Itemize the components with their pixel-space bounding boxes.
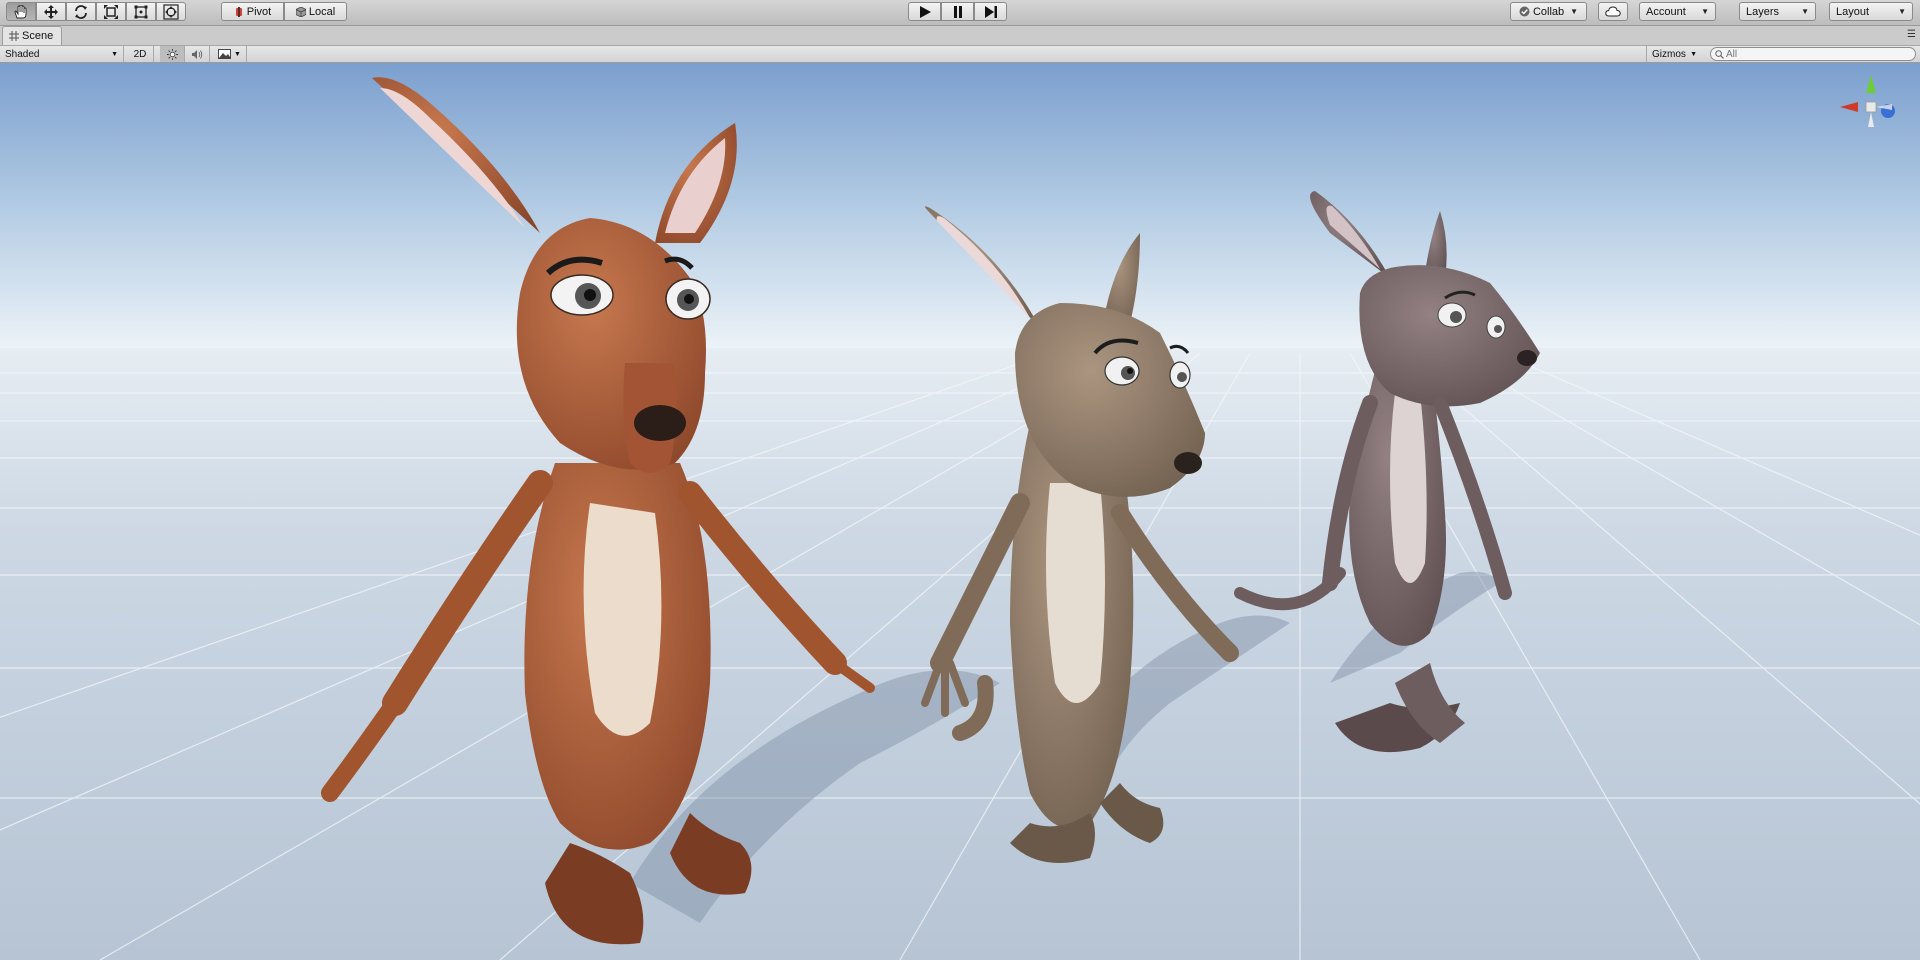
account-label: Account: [1646, 5, 1686, 18]
gizmo-x-axis[interactable]: [1840, 102, 1858, 112]
collab-label: Collab: [1532, 5, 1565, 18]
gizmo-y-axis[interactable]: [1866, 75, 1876, 93]
pivot-toggle-button[interactable]: Pivot: [221, 2, 284, 21]
layout-label: Layout: [1836, 5, 1870, 18]
scale-icon: [104, 4, 118, 19]
step-button[interactable]: [974, 2, 1007, 21]
play-icon: [919, 5, 931, 18]
pause-button[interactable]: [941, 2, 974, 21]
scene-grid-icon: [9, 31, 19, 41]
toggle-2d-button[interactable]: 2D: [127, 46, 154, 62]
chevron-down-icon: ▼: [1690, 50, 1697, 58]
draw-mode-label: Shaded: [5, 48, 40, 60]
collab-dropdown[interactable]: Collab ▼: [1510, 2, 1587, 21]
pause-icon: [953, 5, 962, 18]
pivot-label: Pivot: [246, 5, 272, 18]
panel-tab-bar: Scene ☰: [0, 26, 1920, 46]
local-toggle-button[interactable]: Local: [284, 2, 347, 21]
scene-render: [0, 63, 1920, 960]
pivot-icon: [234, 6, 244, 17]
chevron-down-icon: ▼: [1801, 7, 1809, 16]
rect-transform-icon: [134, 5, 148, 18]
scene-viewport[interactable]: [0, 63, 1920, 960]
play-button[interactable]: [908, 2, 941, 21]
audio-toggle[interactable]: [185, 46, 210, 62]
effects-dropdown[interactable]: ▼: [213, 46, 247, 62]
cloud-services-button[interactable]: [1598, 2, 1628, 21]
scene-view-toolbar: Shaded ▼ 2D ▼ Gizmos ▼: [0, 46, 1920, 63]
scale-tool-button[interactable]: [96, 2, 126, 21]
image-effects-icon: [218, 49, 231, 59]
lighting-toggle[interactable]: [160, 46, 185, 62]
account-dropdown[interactable]: Account ▼: [1639, 2, 1716, 21]
gizmos-label: Gizmos: [1652, 48, 1686, 60]
transform-all-icon: [163, 3, 179, 20]
rect-tool-button[interactable]: [126, 2, 156, 21]
move-tool-button[interactable]: [36, 2, 66, 21]
speaker-icon: [192, 49, 203, 59]
layout-dropdown[interactable]: Layout ▼: [1829, 2, 1913, 21]
chevron-down-icon: ▼: [1701, 7, 1709, 16]
step-icon: [984, 5, 997, 18]
layers-label: Layers: [1746, 5, 1780, 18]
local-label: Local: [308, 5, 336, 18]
hierarchy-search-field[interactable]: [1710, 47, 1916, 61]
chevron-down-icon: ▼: [111, 50, 118, 58]
ground-plane: [0, 348, 1920, 960]
check-circle-icon: [1519, 6, 1530, 17]
move-arrows-icon: [44, 4, 58, 19]
rotate-icon: [75, 4, 87, 19]
search-input[interactable]: [1726, 48, 1906, 60]
local-cube-icon: [295, 6, 306, 17]
panel-menu-icon[interactable]: ☰: [1907, 29, 1916, 40]
hand-icon: [14, 4, 27, 18]
draw-mode-dropdown[interactable]: Shaded ▼: [0, 46, 124, 62]
gizmos-dropdown[interactable]: Gizmos ▼: [1646, 46, 1702, 62]
chevron-down-icon: ▼: [1570, 7, 1579, 16]
hand-tool-button[interactable]: [6, 2, 36, 21]
main-toolbar: Pivot Local Collab ▼ Account ▼ Layers ▼: [0, 0, 1920, 26]
cloud-icon: [1605, 6, 1621, 17]
scene-orientation-gizmo[interactable]: [1836, 71, 1906, 171]
tab-scene[interactable]: Scene: [2, 26, 63, 45]
transform-tool-button[interactable]: [156, 2, 186, 21]
chevron-down-icon: ▼: [1898, 7, 1906, 16]
chevron-down-icon: ▼: [234, 50, 241, 58]
tab-scene-label: Scene: [22, 30, 54, 42]
rotate-tool-button[interactable]: [66, 2, 96, 21]
sun-icon: [166, 48, 178, 60]
layers-dropdown[interactable]: Layers ▼: [1739, 2, 1816, 21]
search-icon: [1715, 49, 1724, 59]
toggle-2d-label: 2D: [133, 48, 147, 60]
skybox: [0, 63, 1920, 353]
